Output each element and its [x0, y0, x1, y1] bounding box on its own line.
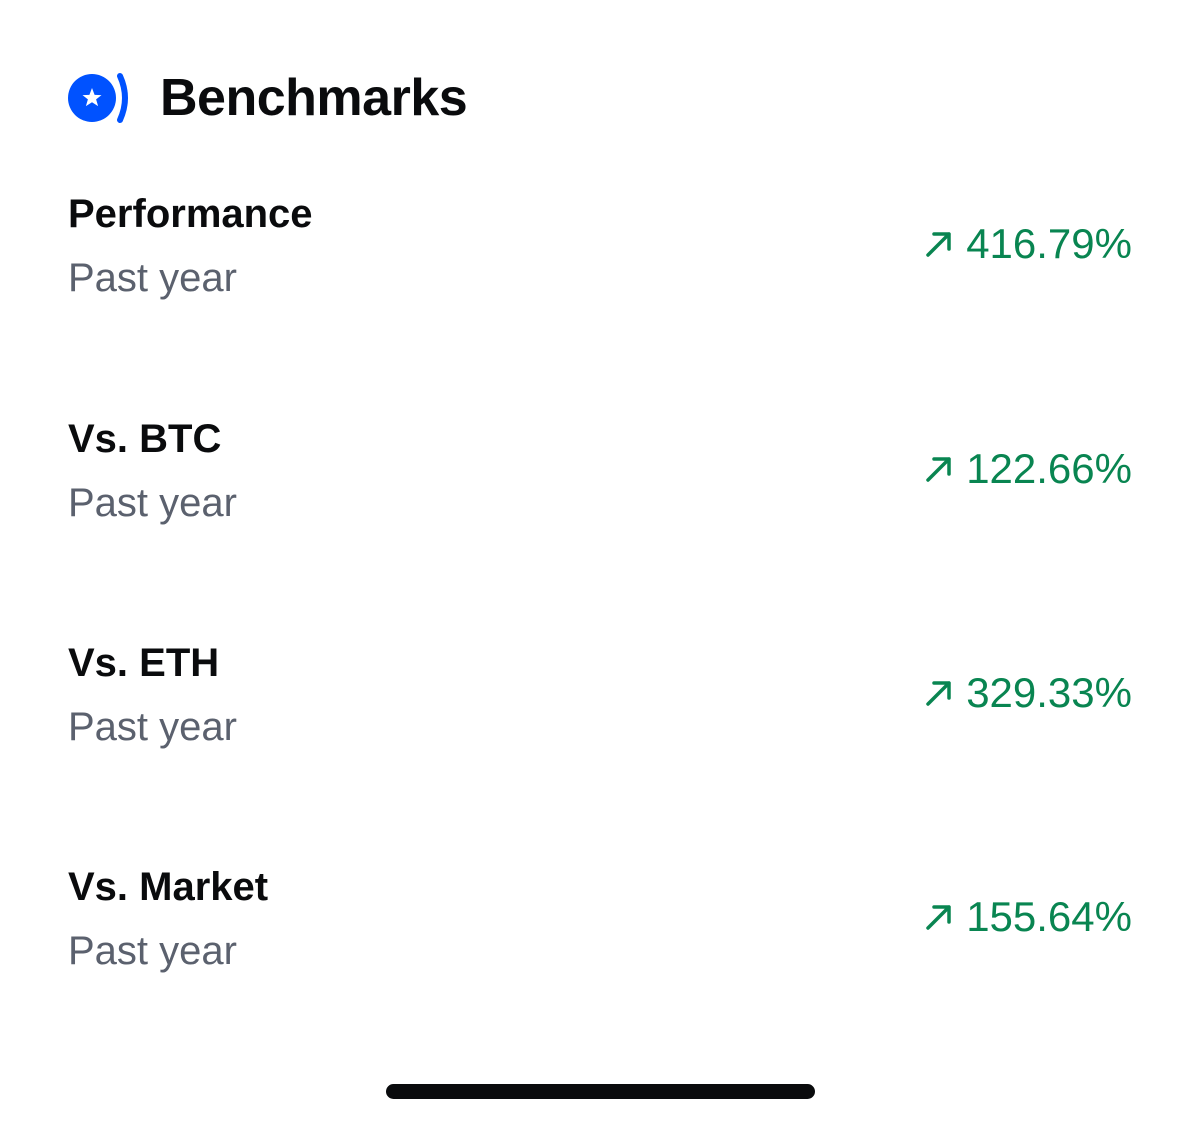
arrow-up-right-icon	[926, 905, 951, 930]
benchmark-value: 122.66%	[924, 445, 1132, 493]
benchmark-value-text: 122.66%	[966, 445, 1132, 492]
benchmark-value: 329.33%	[924, 669, 1132, 717]
benchmark-label: Vs. BTC	[68, 417, 222, 461]
benchmark-period: Past year	[68, 929, 237, 973]
benchmark-value: 155.64%	[924, 893, 1132, 941]
benchmark-value-text: 155.64%	[966, 893, 1132, 940]
benchmark-value: 416.79%	[924, 220, 1132, 268]
benchmark-row-vs-btc[interactable]: Vs. BTC Past year 122.66%	[68, 415, 1132, 545]
page-title: Benchmarks	[160, 69, 468, 127]
section-header: Benchmarks	[68, 68, 468, 128]
benchmark-period: Past year	[68, 705, 237, 749]
benchmark-row-vs-eth[interactable]: Vs. ETH Past year 329.33%	[68, 639, 1132, 769]
benchmark-period: Past year	[68, 481, 237, 525]
arrow-up-right-icon	[926, 457, 951, 482]
arrow-up-right-icon	[926, 681, 951, 706]
benchmark-value-text: 416.79%	[966, 220, 1132, 267]
benchmark-period: Past year	[68, 256, 237, 300]
benchmark-value-text: 329.33%	[966, 669, 1132, 716]
benchmark-label: Vs. ETH	[68, 641, 220, 685]
star-moon-icon	[68, 73, 128, 123]
home-indicator[interactable]	[386, 1084, 815, 1099]
benchmark-label: Performance	[68, 192, 313, 236]
benchmark-row-performance[interactable]: Performance Past year 416.79%	[68, 190, 1132, 320]
arrow-up-right-icon	[926, 232, 951, 257]
benchmark-label: Vs. Market	[68, 865, 269, 909]
benchmark-row-vs-market[interactable]: Vs. Market Past year 155.64%	[68, 863, 1132, 993]
